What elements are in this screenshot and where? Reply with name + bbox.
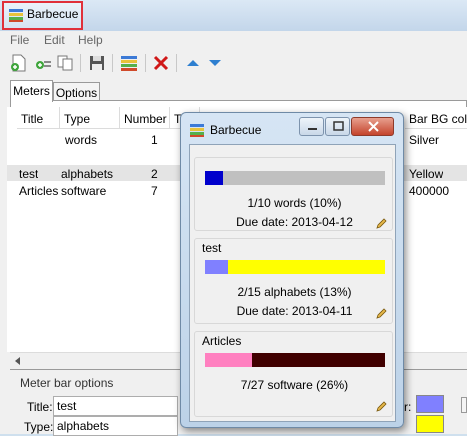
bar-color-label: r: [404, 400, 412, 414]
edit-pencil-icon[interactable] [376, 308, 387, 319]
toolbar-separator [176, 54, 177, 72]
cell-type[interactable]: alphabets [57, 167, 113, 181]
cell-number[interactable]: 7 [147, 184, 158, 198]
column-header-type[interactable]: Type [60, 107, 120, 129]
meter-bar-fill [205, 171, 223, 185]
cell-bar-bg-color[interactable]: 400000 [405, 184, 449, 198]
tab-meters[interactable]: Meters [10, 80, 53, 102]
meter-progress-text: 7/27 software (26%) [240, 378, 349, 392]
cell-number[interactable]: 2 [147, 167, 158, 181]
window-title: Barbecue [27, 7, 79, 21]
maximize-icon [333, 121, 344, 131]
meter-bar-fill [205, 353, 252, 367]
edit-pencil-icon[interactable] [376, 218, 387, 229]
type-field[interactable]: alphabets [53, 416, 178, 436]
column-header-title[interactable]: Title [17, 107, 60, 129]
color-picker-button[interactable] [461, 397, 467, 413]
meter-bar [205, 353, 385, 367]
toolbar [0, 49, 467, 77]
meter-progress-text: 1/10 words (10%) [247, 196, 342, 210]
column-header-bar-bg-color[interactable]: Bar BG color [405, 107, 467, 129]
meter-bar [205, 171, 385, 185]
maximize-button[interactable] [325, 117, 350, 136]
cell-type[interactable]: software [57, 184, 106, 198]
meter-due-date: Due date: 2013-04-12 [236, 215, 353, 229]
meter-bar-options-label: Meter bar options [20, 376, 114, 390]
meter-title: test [202, 241, 222, 255]
minimize-button[interactable] [299, 117, 324, 136]
title-field-label: Title: [27, 400, 53, 414]
move-up-icon[interactable] [184, 54, 202, 72]
close-button[interactable] [351, 117, 394, 136]
bar-color-swatch[interactable] [416, 395, 444, 413]
menu-edit[interactable]: Edit [44, 33, 65, 47]
minimize-icon [308, 128, 317, 130]
show-meters-icon[interactable] [120, 54, 138, 72]
title-bar: Barbecue [0, 0, 467, 31]
cell-type[interactable]: words [61, 133, 97, 147]
cell-title[interactable]: Articles [15, 184, 58, 198]
cell-number[interactable]: 1 [147, 133, 158, 147]
meter-bar-fill [205, 260, 229, 274]
meter-due-date: Due date: 2013-04-11 [236, 304, 353, 318]
move-down-icon[interactable] [206, 54, 224, 72]
meter-title: Articles [202, 334, 242, 348]
meter-card: 1/10 words (10%) Due date: 2013-04-12 [194, 157, 393, 231]
toolbar-separator [145, 54, 146, 72]
delete-icon[interactable] [152, 54, 170, 72]
meter-card: Articles 7/27 software (26%) [194, 331, 393, 417]
tab-options[interactable]: Options [53, 82, 100, 102]
copy-icon[interactable] [56, 54, 74, 72]
meter-bar [205, 260, 385, 274]
scroll-left-icon[interactable] [15, 357, 20, 365]
save-icon[interactable] [88, 54, 106, 72]
bg-color-swatch[interactable] [416, 415, 444, 433]
app-icon [9, 9, 23, 22]
toolbar-separator [112, 54, 113, 72]
popup-body: 1/10 words (10%) Due date: 2013-04-12 te… [189, 144, 396, 422]
new-file-icon[interactable] [10, 54, 28, 72]
meters-popup-window: Barbecue 1/10 words (10%) Due date: 2013… [180, 112, 404, 428]
close-icon [368, 121, 379, 132]
app-icon [190, 124, 204, 137]
menu-help[interactable]: Help [78, 33, 103, 47]
type-field-label: Type: [24, 420, 54, 434]
cell-bar-bg-color[interactable]: Yellow [405, 167, 443, 181]
add-row-icon[interactable] [34, 54, 52, 72]
meter-card: test 2/15 alphabets (13%) Due date: 2013… [194, 238, 393, 324]
cell-bar-bg-color[interactable]: Silver [405, 133, 439, 147]
edit-pencil-icon[interactable] [376, 401, 387, 412]
toolbar-separator [80, 54, 81, 72]
menu-file[interactable]: File [10, 33, 29, 47]
column-header-number[interactable]: Number [120, 107, 170, 129]
title-field[interactable]: test [53, 396, 178, 416]
popup-title: Barbecue [210, 123, 262, 137]
meter-progress-text: 2/15 alphabets (13%) [237, 285, 352, 299]
menu-bar: File Edit Help [0, 31, 467, 49]
cell-title[interactable]: test [15, 167, 38, 181]
